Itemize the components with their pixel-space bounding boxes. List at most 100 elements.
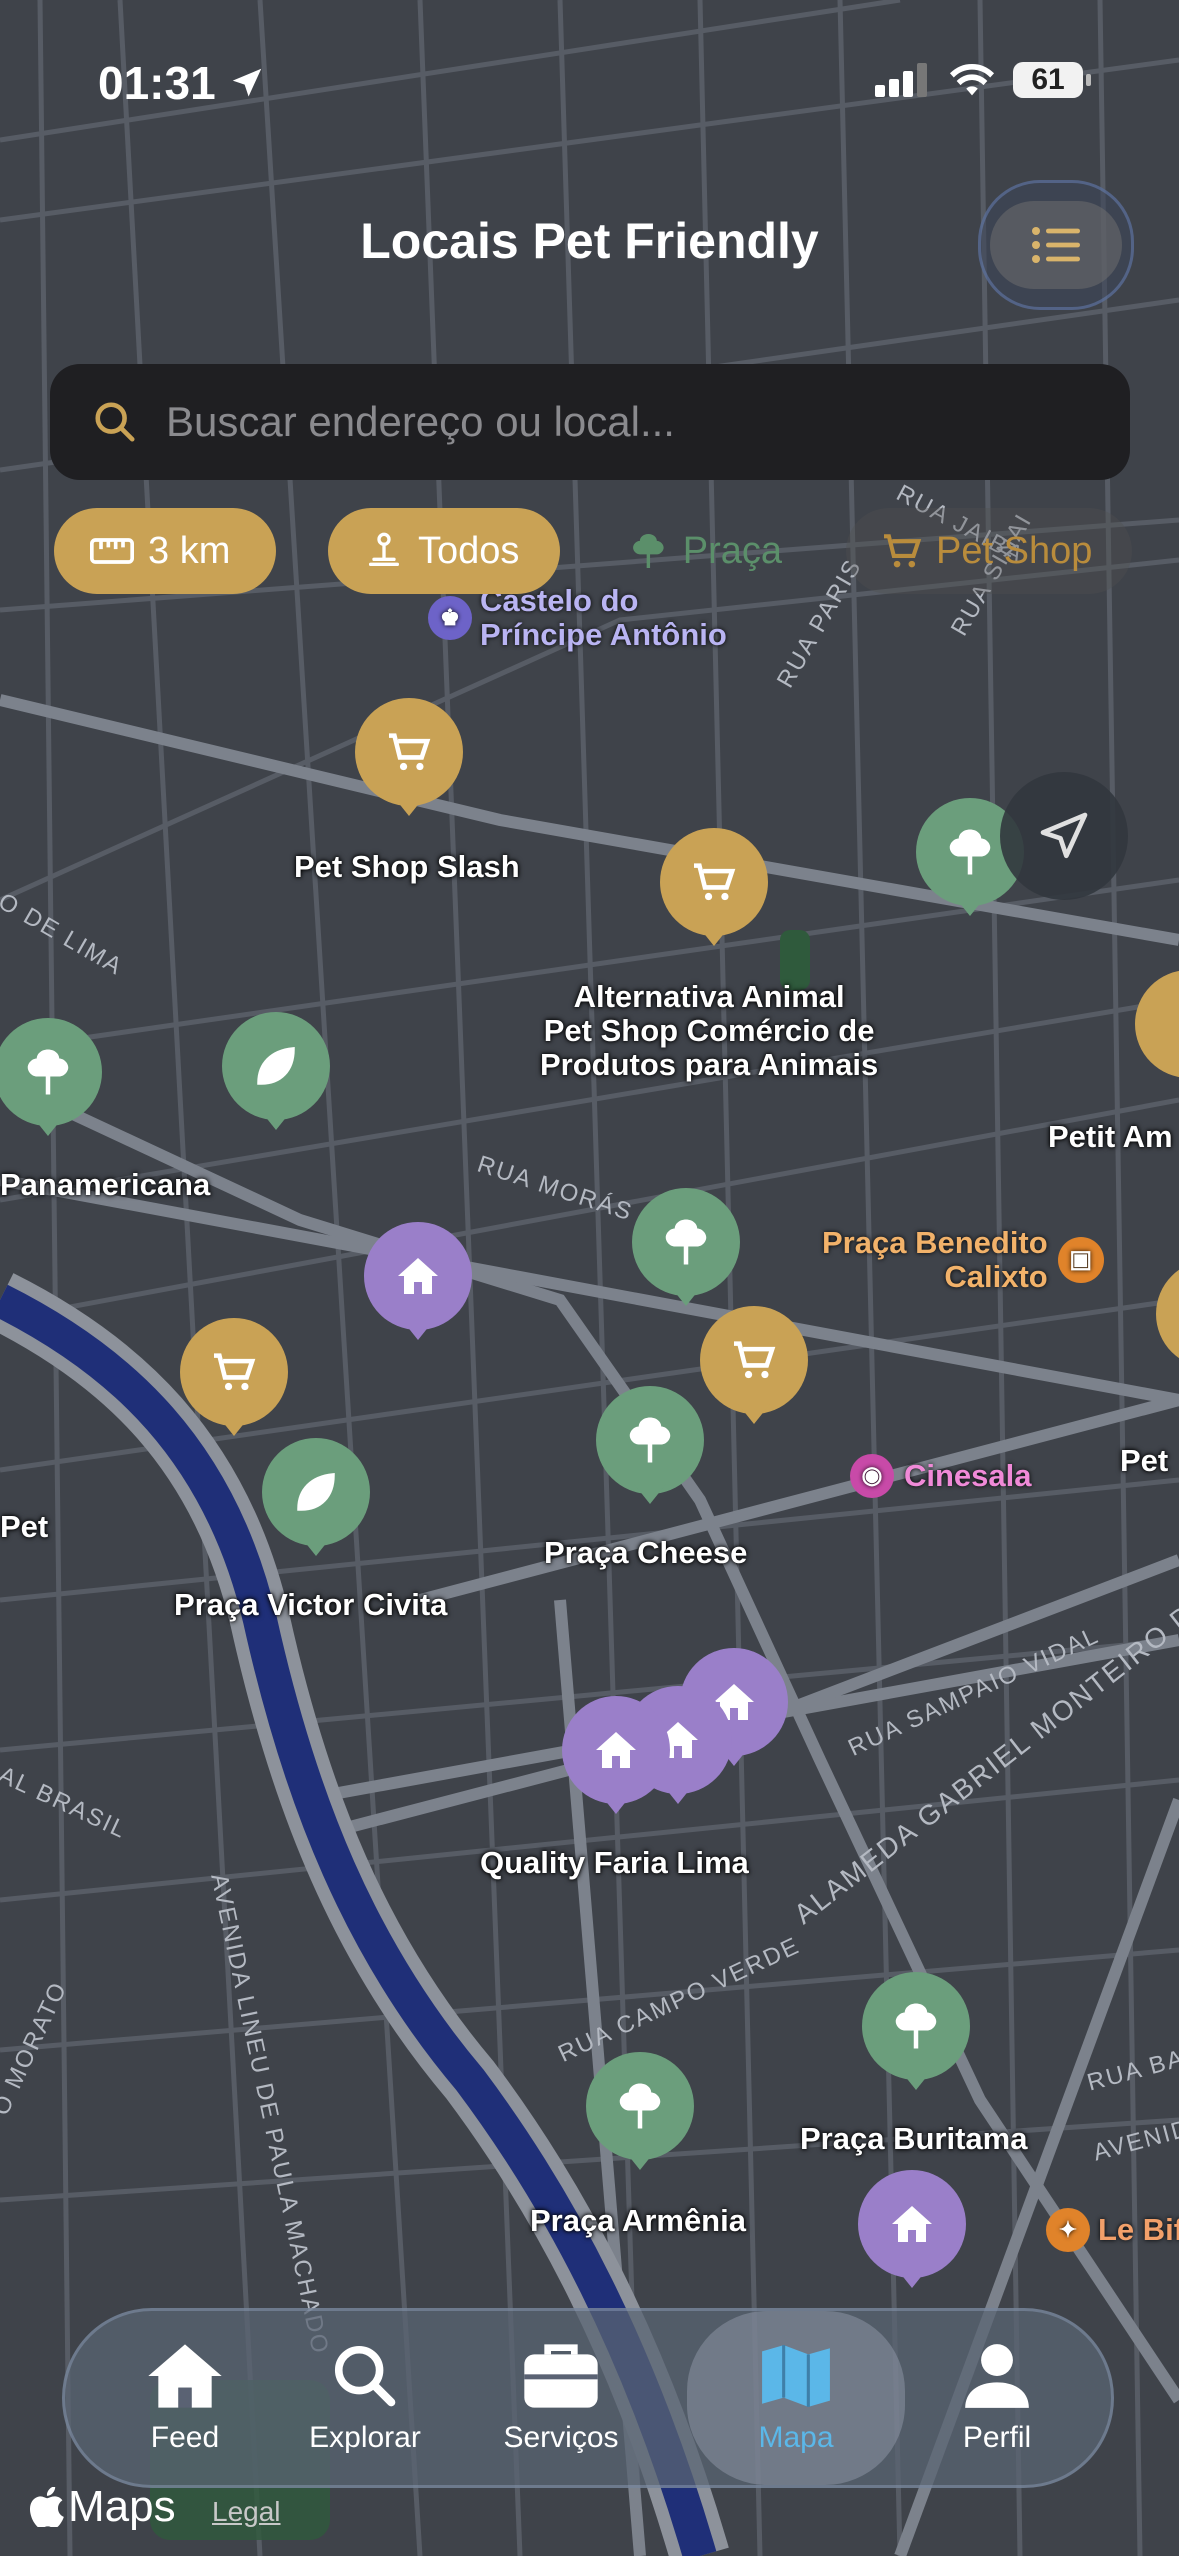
- leaf-pin[interactable]: [222, 1012, 330, 1130]
- cart-icon: [734, 1341, 776, 1379]
- magnifier-icon: [334, 2345, 396, 2407]
- castle-icon: ♚: [428, 596, 472, 640]
- leaf-icon: [257, 1047, 295, 1085]
- location-services-icon: [232, 68, 261, 97]
- tab-mapa[interactable]: Mapa: [687, 2311, 905, 2485]
- cart-icon: [389, 733, 431, 771]
- tab-label: Feed: [150, 2421, 220, 2454]
- cart-icon: [214, 1353, 256, 1391]
- list-view-button[interactable]: [978, 180, 1134, 310]
- filter-chip-distance[interactable]: 3 km: [54, 508, 276, 594]
- place-label: Petit Am: [1048, 1119, 1173, 1154]
- pet-shop-pin[interactable]: [700, 1306, 808, 1424]
- battery-icon: 61: [1013, 62, 1091, 98]
- house-icon: [148, 2344, 222, 2408]
- tab-servicos[interactable]: Serviços: [461, 2311, 661, 2485]
- briefcase-icon: [524, 2344, 598, 2408]
- search-icon: [95, 402, 135, 442]
- tab-label: Perfil: [962, 2421, 1032, 2454]
- house-icon: [398, 1258, 438, 1294]
- apple-maps-logo: Maps: [30, 2482, 176, 2532]
- tab-label: Mapa: [758, 2421, 834, 2454]
- legal-link[interactable]: Legal: [212, 2496, 281, 2528]
- wifi-icon: [949, 63, 995, 96]
- leaf-pin[interactable]: [262, 1438, 370, 1556]
- tree-icon: [27, 1049, 69, 1095]
- tab-label: Explorar: [309, 2421, 421, 2454]
- pet-shop-pin[interactable]: [1156, 1260, 1179, 1368]
- maps-wordmark: Maps: [68, 2482, 176, 2531]
- ruler-icon: [90, 538, 134, 564]
- poi-label: Cinesala: [904, 1458, 1032, 1493]
- location-arrow-icon: [1040, 812, 1088, 859]
- fork-knife-icon: ✦: [1046, 2208, 1090, 2252]
- poi-label: Praça Benedito Calixto: [822, 1225, 1048, 1294]
- place-label: Pet: [1120, 1443, 1169, 1478]
- tree-icon: [949, 829, 991, 875]
- status-indicators: 61: [875, 62, 1091, 98]
- place-label: Praça Buritama: [800, 2121, 1028, 2156]
- lodging-pin[interactable]: [562, 1696, 670, 1814]
- battery-level: 61: [1031, 63, 1065, 96]
- place-label: Quality Faria Lima: [480, 1845, 749, 1880]
- map-poi-le-bife[interactable]: ✦ Le Bife: [1046, 2208, 1179, 2252]
- bus-icon: ▣: [1057, 1237, 1104, 1283]
- current-location-button[interactable]: [1000, 772, 1128, 900]
- park-pin[interactable]: [586, 2052, 694, 2170]
- tree-icon: [665, 1219, 707, 1265]
- park-pin[interactable]: [596, 1386, 704, 1504]
- tab-perfil[interactable]: Perfil: [897, 2311, 1097, 2485]
- map-poi-cinesala[interactable]: ◉ Cinesala: [850, 1454, 1032, 1498]
- place-label: Alternativa Animal Pet Shop Comércio de …: [540, 979, 879, 1082]
- filter-chip-all[interactable]: Todos: [328, 508, 560, 594]
- leaf-icon: [297, 1473, 335, 1511]
- cart-icon: [884, 534, 922, 568]
- place-label: Praça Victor Civita: [174, 1587, 448, 1622]
- tab-bar: Feed Explorar Serviços Mapa Perfil: [62, 2308, 1114, 2488]
- tree-icon: [629, 1417, 671, 1463]
- tree-icon: [619, 2083, 661, 2129]
- pet-shop-pin[interactable]: [355, 698, 463, 816]
- poi-label: Castelo do Príncipe Antônio: [480, 583, 727, 652]
- place-label: Praça Cheese: [544, 1535, 748, 1570]
- signal-icon: [875, 63, 927, 97]
- lodging-pin[interactable]: [364, 1222, 472, 1340]
- park-pin[interactable]: [862, 1972, 970, 2090]
- place-label: Panamericana: [0, 1167, 211, 1202]
- map-poi-praca-benedito[interactable]: Praça Benedito Calixto ▣: [822, 1226, 1104, 1294]
- film-icon: ◉: [850, 1454, 894, 1498]
- status-time: 01:31: [98, 56, 266, 110]
- park-pin[interactable]: [0, 1018, 102, 1136]
- person-icon: [965, 2344, 1029, 2408]
- tab-label: Serviços: [503, 2421, 619, 2454]
- clock-text: 01:31: [98, 57, 216, 109]
- search-input[interactable]: [164, 397, 1068, 447]
- tree-icon: [633, 534, 664, 568]
- place-label: Pet: [0, 1509, 49, 1544]
- pet-shop-pin[interactable]: [180, 1318, 288, 1436]
- map-icon: [762, 2345, 830, 2407]
- chip-label: Praça: [682, 529, 782, 572]
- map-poi-castelo[interactable]: ♚ Castelo do Príncipe Antônio: [428, 584, 727, 652]
- tab-explorar[interactable]: Explorar: [265, 2311, 465, 2485]
- search-bar[interactable]: [50, 364, 1130, 480]
- poi-label: Le Bife: [1098, 2212, 1179, 2247]
- house-icon: [596, 1732, 636, 1768]
- cart-icon: [694, 863, 736, 901]
- house-icon: [892, 2206, 932, 2242]
- chip-label: 3 km: [148, 529, 231, 572]
- joystick-icon: [369, 532, 399, 566]
- list-icon: [1032, 227, 1080, 263]
- filter-chip-pet-shop[interactable]: Pet Shop: [846, 508, 1132, 594]
- lodging-pin[interactable]: [858, 2170, 966, 2288]
- apple-icon: [30, 2487, 64, 2527]
- place-label: Pet Shop Slash: [294, 849, 520, 884]
- chip-label: Pet Shop: [936, 529, 1093, 572]
- pet-shop-pin[interactable]: [660, 828, 768, 946]
- chip-label: Todos: [418, 529, 520, 572]
- pet-shop-pin[interactable]: [1135, 970, 1179, 1088]
- place-label: Praça Armênia: [530, 2203, 746, 2238]
- park-pin[interactable]: [632, 1188, 740, 1306]
- tree-icon: [895, 2003, 937, 2049]
- filter-chip-praca[interactable]: Praça: [592, 508, 818, 594]
